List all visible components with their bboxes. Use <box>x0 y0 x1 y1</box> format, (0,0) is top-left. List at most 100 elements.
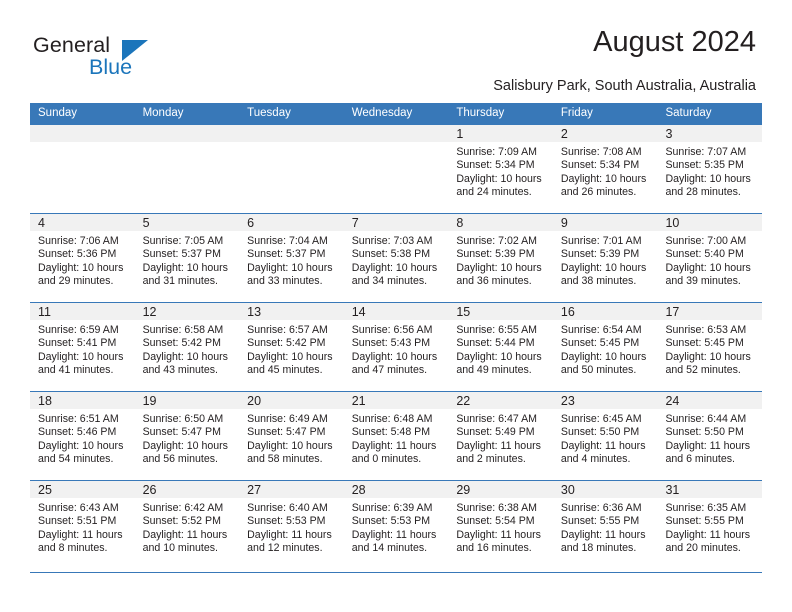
day-number-band: 1 <box>448 125 553 142</box>
calendar-day-cell[interactable]: 14 Sunrise: 6:56 AM Sunset: 5:43 PM Dayligh… <box>343 303 449 391</box>
day-details: Sunrise: 6:54 AM Sunset: 5:45 PM Daylight:… <box>553 320 658 377</box>
calendar-day-cell-empty <box>134 125 240 213</box>
calendar-day-cell[interactable]: 13 Sunrise: 6:57 AM Sunset: 5:42 PM Dayligh… <box>239 303 344 391</box>
day-details: Sunrise: 6:55 AM Sunset: 5:44 PM Daylight:… <box>448 320 553 377</box>
sunrise-text: Sunrise: 6:57 AM <box>247 324 328 336</box>
day-number: 7 <box>351 216 359 230</box>
day-number-band: 29 <box>448 481 553 498</box>
sunset-text: Sunset: 5:38 PM <box>351 248 431 261</box>
sunrise-text: Sunrise: 6:51 AM <box>38 413 119 425</box>
calendar-day-cell[interactable]: 11 Sunrise: 6:59 AM Sunset: 5:41 PM Dayligh… <box>30 303 135 391</box>
sunrise-text: Sunrise: 7:06 AM <box>38 235 119 247</box>
sunrise-text: Sunrise: 7:09 AM <box>456 146 537 158</box>
day-number: 17 <box>665 305 680 319</box>
day-number-band: 24 <box>657 392 763 409</box>
calendar-day-cell[interactable]: 6 Sunrise: 7:04 AM Sunset: 5:37 PM Daylight… <box>239 214 344 302</box>
day-details: Sunrise: 6:40 AM Sunset: 5:53 PM Daylight:… <box>239 498 344 555</box>
calendar-day-cell[interactable]: 24 Sunrise: 6:44 AM Sunset: 5:50 PM Dayligh… <box>657 392 763 480</box>
daylight-text-line1: Daylight: 11 hours <box>560 439 646 452</box>
calendar-day-cell[interactable]: 2 Sunrise: 7:08 AM Sunset: 5:34 PM Daylight… <box>552 125 658 213</box>
calendar-day-cell[interactable]: 9 Sunrise: 7:01 AM Sunset: 5:39 PM Daylight… <box>552 214 658 302</box>
calendar-day-cell[interactable]: 30 Sunrise: 6:36 AM Sunset: 5:55 PM Dayligh… <box>552 481 658 572</box>
brand-name-blue: Blue <box>89 55 133 79</box>
day-number: 21 <box>351 394 366 408</box>
calendar-day-cell[interactable]: 26 Sunrise: 6:42 AM Sunset: 5:52 PM Dayligh… <box>134 481 240 572</box>
calendar-day-cell[interactable]: 7 Sunrise: 7:03 AM Sunset: 5:38 PM Daylight… <box>343 214 449 302</box>
daylight-text-line2: and 36 minutes. <box>456 274 532 287</box>
sunset-text: Sunset: 5:39 PM <box>560 248 640 261</box>
calendar-day-cell[interactable]: 10 Sunrise: 7:00 AM Sunset: 5:40 PM Dayligh… <box>657 214 763 302</box>
calendar-day-cell[interactable]: 22 Sunrise: 6:47 AM Sunset: 5:49 PM Dayligh… <box>448 392 553 480</box>
calendar-day-cell[interactable]: 19 Sunrise: 6:50 AM Sunset: 5:47 PM Dayligh… <box>134 392 240 480</box>
weekday-header-sunday: Sunday <box>38 107 78 119</box>
calendar-day-cell[interactable]: 23 Sunrise: 6:45 AM Sunset: 5:50 PM Dayligh… <box>552 392 658 480</box>
calendar-day-cell[interactable]: 5 Sunrise: 7:05 AM Sunset: 5:37 PM Daylight… <box>134 214 240 302</box>
daylight-text-line2: and 49 minutes. <box>456 363 532 376</box>
daylight-text-line2: and 43 minutes. <box>142 363 218 376</box>
daylight-text-line1: Daylight: 10 hours <box>38 439 124 452</box>
calendar-day-cell[interactable]: 18 Sunrise: 6:51 AM Sunset: 5:46 PM Dayligh… <box>30 392 135 480</box>
calendar-page: General Blue August 2024 Salisbury Park,… <box>0 0 792 612</box>
calendar-day-cell[interactable]: 3 Sunrise: 7:07 AM Sunset: 5:35 PM Daylight… <box>657 125 763 213</box>
sunset-text: Sunset: 5:50 PM <box>665 426 744 439</box>
calendar-day-cell[interactable]: 1 Sunrise: 7:09 AM Sunset: 5:34 PM Daylight… <box>448 125 553 213</box>
calendar-day-cell[interactable]: 20 Sunrise: 6:49 AM Sunset: 5:47 PM Dayligh… <box>239 392 344 480</box>
day-number-band <box>30 125 135 142</box>
daylight-text-line1: Daylight: 11 hours <box>665 528 751 541</box>
sunset-text: Sunset: 5:35 PM <box>665 159 744 172</box>
calendar-day-cell[interactable]: 15 Sunrise: 6:55 AM Sunset: 5:44 PM Dayligh… <box>448 303 553 391</box>
day-number-band: 27 <box>239 481 344 498</box>
sunset-text: Sunset: 5:42 PM <box>142 337 221 350</box>
sunset-text: Sunset: 5:39 PM <box>456 248 535 261</box>
daylight-text-line1: Daylight: 10 hours <box>351 261 438 274</box>
calendar-day-cell[interactable]: 28 Sunrise: 6:39 AM Sunset: 5:53 PM Dayligh… <box>343 481 449 572</box>
calendar-day-cell[interactable]: 17 Sunrise: 6:53 AM Sunset: 5:45 PM Dayligh… <box>657 303 763 391</box>
daylight-text-line1: Daylight: 11 hours <box>456 528 541 541</box>
daylight-text-line2: and 12 minutes. <box>247 541 323 554</box>
daylight-text-line1: Daylight: 10 hours <box>142 350 228 363</box>
daylight-text-line2: and 50 minutes. <box>560 363 637 376</box>
day-number: 28 <box>351 483 366 497</box>
day-number: 31 <box>665 483 680 497</box>
day-details: Sunrise: 6:39 AM Sunset: 5:53 PM Daylight:… <box>344 498 449 555</box>
daylight-text-line2: and 24 minutes. <box>456 185 532 198</box>
daylight-text-line1: Daylight: 10 hours <box>665 350 751 363</box>
day-number: 6 <box>247 216 255 230</box>
day-number-band: 9 <box>552 214 658 231</box>
day-number: 9 <box>560 216 568 230</box>
calendar-day-cell[interactable]: 4 Sunrise: 7:06 AM Sunset: 5:36 PM Daylight… <box>30 214 135 302</box>
day-number: 5 <box>142 216 150 230</box>
calendar-day-cell[interactable]: 31 Sunrise: 6:35 AM Sunset: 5:55 PM Dayligh… <box>657 481 763 572</box>
day-number-band: 4 <box>30 214 135 231</box>
calendar-day-cell[interactable]: 27 Sunrise: 6:40 AM Sunset: 5:53 PM Dayligh… <box>239 481 344 572</box>
day-details: Sunrise: 7:06 AM Sunset: 5:36 PM Daylight:… <box>30 231 135 288</box>
brand-logo[interactable]: General Blue <box>33 34 213 85</box>
sunset-text: Sunset: 5:40 PM <box>665 248 744 261</box>
sunrise-text: Sunrise: 6:45 AM <box>560 413 642 425</box>
daylight-text-line2: and 28 minutes. <box>665 185 741 198</box>
daylight-text-line1: Daylight: 11 hours <box>38 528 123 541</box>
daylight-text-line2: and 2 minutes. <box>456 452 526 465</box>
calendar-day-cell[interactable]: 29 Sunrise: 6:38 AM Sunset: 5:54 PM Dayligh… <box>448 481 553 572</box>
calendar-day-cell[interactable]: 25 Sunrise: 6:43 AM Sunset: 5:51 PM Dayligh… <box>30 481 135 572</box>
sunrise-text: Sunrise: 6:50 AM <box>142 413 224 425</box>
day-details: Sunrise: 6:36 AM Sunset: 5:55 PM Daylight:… <box>553 498 658 555</box>
day-number: 10 <box>665 216 680 230</box>
page-header: General Blue August 2024 Salisbury Park,… <box>0 0 792 100</box>
calendar-day-cell[interactable]: 8 Sunrise: 7:02 AM Sunset: 5:39 PM Daylight… <box>448 214 553 302</box>
calendar-day-cell[interactable]: 12 Sunrise: 6:58 AM Sunset: 5:42 PM Dayligh… <box>134 303 240 391</box>
day-number-band: 22 <box>448 392 553 409</box>
sunset-text: Sunset: 5:55 PM <box>560 515 640 528</box>
calendar-day-cell-empty <box>239 125 344 213</box>
day-details: Sunrise: 6:51 AM Sunset: 5:46 PM Daylight:… <box>30 409 135 466</box>
sunrise-text: Sunrise: 6:55 AM <box>456 324 537 336</box>
calendar-day-cell[interactable]: 16 Sunrise: 6:54 AM Sunset: 5:45 PM Dayligh… <box>552 303 658 391</box>
day-details: Sunrise: 6:57 AM Sunset: 5:42 PM Daylight:… <box>239 320 344 377</box>
page-title: August 2024 <box>593 26 756 58</box>
sunrise-text: Sunrise: 6:56 AM <box>351 324 433 336</box>
daylight-text-line1: Daylight: 11 hours <box>247 528 332 541</box>
daylight-text-line2: and 6 minutes. <box>665 452 735 465</box>
calendar-day-cell[interactable]: 21 Sunrise: 6:48 AM Sunset: 5:48 PM Dayligh… <box>343 392 449 480</box>
sunset-text: Sunset: 5:34 PM <box>560 159 640 172</box>
day-number-band <box>239 125 344 142</box>
